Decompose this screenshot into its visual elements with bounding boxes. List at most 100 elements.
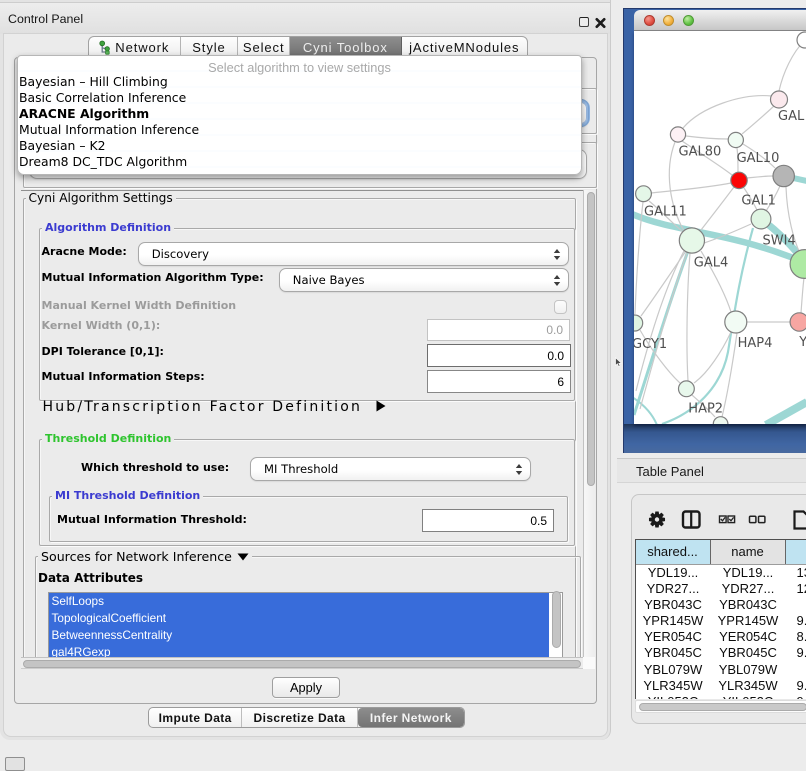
settings-hscroll-thumb[interactable] <box>23 660 581 669</box>
column-header-a[interactable]: A <box>786 540 806 564</box>
mi-threshold-field[interactable]: 0.5 <box>422 509 554 532</box>
table-row[interactable]: YDL19...YDL19...13 <box>636 565 806 581</box>
network-canvas[interactable]: GALGAL80GAL10GAL1GAL11SWI4GAL4GCY1HAP4YH… <box>634 31 806 424</box>
network-window-titlebar[interactable] <box>634 10 806 31</box>
column-header-shared-[interactable]: shared... <box>636 540 711 564</box>
settings-hscroll-track[interactable] <box>21 657 583 669</box>
network-node[interactable] <box>728 132 743 147</box>
network-node[interactable] <box>797 32 806 48</box>
close-traffic-light[interactable] <box>644 15 655 26</box>
network-node[interactable] <box>790 313 806 331</box>
network-edge[interactable] <box>694 332 731 383</box>
network-edge[interactable] <box>651 183 731 193</box>
network-edge[interactable] <box>701 187 734 230</box>
tab-cyni-toolbox[interactable]: Cyni Toolbox <box>290 37 401 57</box>
popup-item-dream8-dc-tdc-algorithm[interactable]: Dream8 DC_TDC Algorithm <box>19 154 187 170</box>
node-label-y: Y <box>798 335 806 350</box>
network-node[interactable] <box>636 186 652 202</box>
tab-label: Style <box>192 40 225 55</box>
network-edge[interactable] <box>747 176 773 178</box>
kernel-width-field[interactable]: 0.0 <box>427 319 570 341</box>
network-node[interactable] <box>771 91 788 108</box>
table-hscroll-track[interactable] <box>635 700 806 713</box>
attribute-item-betweennesscentrality[interactable]: BetweennessCentrality <box>49 627 549 644</box>
table-row[interactable]: YLR345WYLR345W9. <box>636 678 806 694</box>
node-label-hap4: HAP4 <box>738 336 773 351</box>
network-edge[interactable] <box>742 106 774 134</box>
popup-item-bayesian-k2[interactable]: Bayesian – K2 <box>19 138 105 154</box>
tab-style[interactable]: Style <box>181 37 239 57</box>
apply-button[interactable]: Apply <box>272 677 340 698</box>
table-row[interactable]: YDR27...YDR27...12 <box>636 581 806 597</box>
popup-prompt: Select algorithm to view settings <box>18 60 581 75</box>
network-edge[interactable] <box>801 278 804 313</box>
network-edge[interactable] <box>686 136 728 139</box>
float-window-icon[interactable] <box>579 17 589 27</box>
attribute-item-gal4rgexp[interactable]: gal4RGexp <box>49 644 549 658</box>
which-threshold-combo[interactable]: MI Threshold <box>250 457 531 481</box>
close-icon[interactable] <box>595 16 606 28</box>
mi-type-combo[interactable]: Naive Bayes <box>279 268 569 292</box>
table-row[interactable]: YBR045CYBR045C9. <box>636 645 806 661</box>
manual-kernel-checkbox[interactable] <box>554 300 568 314</box>
tab-select[interactable]: Select <box>238 37 290 57</box>
bottom-tab-discretize-data[interactable]: Discretize Data <box>242 708 357 727</box>
network-node[interactable] <box>713 417 728 424</box>
network-node[interactable] <box>634 315 643 331</box>
hub-section-toggle[interactable]: Hub/Transcription Factor Definition <box>43 399 363 415</box>
bottom-tab-impute-data[interactable]: Impute Data <box>149 708 242 727</box>
data-attributes-label: Data Attributes <box>38 571 143 585</box>
zoom-traffic-light[interactable] <box>683 15 694 26</box>
aracne-mode-combo[interactable]: Discovery <box>138 242 569 266</box>
network-edge-teal[interactable] <box>766 402 806 424</box>
attribute-item-topologicalcoefficient[interactable]: TopologicalCoefficient <box>49 610 549 627</box>
tab-network[interactable]: Network <box>89 37 181 57</box>
network-node[interactable] <box>790 250 806 279</box>
unchecked-columns-icon[interactable] <box>750 516 765 522</box>
mi-steps-field[interactable]: 6 <box>427 370 571 393</box>
table-row[interactable]: YER054CYER054C8. <box>636 629 806 645</box>
data-attributes-list[interactable]: SelfLoopsTopologicalCoefficientBetweenne… <box>48 592 563 658</box>
node-table[interactable]: shared...nameA YDL19...YDL19...13YDR27..… <box>635 539 806 699</box>
attribute-item-selfloops[interactable]: SelfLoops <box>49 593 549 610</box>
panel-corner-button[interactable] <box>5 757 25 771</box>
network-node[interactable] <box>679 228 704 253</box>
network-edge[interactable] <box>636 251 684 391</box>
attr-list-scrollbar[interactable] <box>552 591 561 648</box>
network-edge-teal[interactable] <box>634 397 657 424</box>
popup-item-aracne-algorithm[interactable]: ARACNE Algorithm <box>19 106 149 122</box>
network-node[interactable] <box>679 381 695 397</box>
dpi-tolerance-field[interactable]: 0.0 <box>427 344 571 367</box>
checked-columns-icon[interactable] <box>720 516 735 523</box>
table-cell: YLR345W <box>711 678 786 694</box>
popup-item-mutual-information-inference[interactable]: Mutual Information Inference <box>19 122 199 138</box>
collapsed-arrow-icon <box>376 400 386 412</box>
split-panel-icon[interactable] <box>683 512 700 528</box>
column-header-name[interactable]: name <box>711 540 786 564</box>
document-icon[interactable] <box>795 512 806 529</box>
network-edge[interactable] <box>683 96 772 128</box>
minimize-traffic-light[interactable] <box>663 15 674 26</box>
network-edge[interactable] <box>687 253 690 381</box>
network-node[interactable] <box>731 172 747 188</box>
network-node[interactable] <box>751 209 771 229</box>
network-node[interactable] <box>725 311 747 333</box>
table-row[interactable]: YBL079WYBL079W <box>636 662 806 678</box>
bottom-tab-infer-network[interactable]: Infer Network <box>358 708 464 727</box>
popup-item-bayesian-hill-climbing[interactable]: Bayesian – Hill Climbing <box>19 74 168 90</box>
table-cell: YER054C <box>636 629 711 645</box>
table-row[interactable]: YPR145WYPR145W9. <box>636 613 806 629</box>
settings-vscroll-thumb[interactable] <box>587 192 595 486</box>
table-row[interactable]: YBR043CYBR043C <box>636 597 806 613</box>
network-node[interactable] <box>773 165 794 186</box>
table-panel-header[interactable]: Table Panel <box>617 458 806 483</box>
control-panel-titlebar[interactable]: Control Panel <box>0 2 610 34</box>
network-node[interactable] <box>670 127 685 142</box>
popup-item-basic-correlation-inference[interactable]: Basic Correlation Inference <box>19 90 186 106</box>
table-row[interactable]: YIL052CYIL052C9. <box>636 694 806 699</box>
settings-vscroll-track[interactable] <box>583 190 595 657</box>
table-hscroll-thumb[interactable] <box>639 703 806 712</box>
gear-icon[interactable] <box>649 511 665 527</box>
sources-group-title[interactable]: Sources for Network Inference <box>38 549 252 564</box>
tab-jactivemnodules[interactable]: jActiveMNodules <box>402 37 527 57</box>
